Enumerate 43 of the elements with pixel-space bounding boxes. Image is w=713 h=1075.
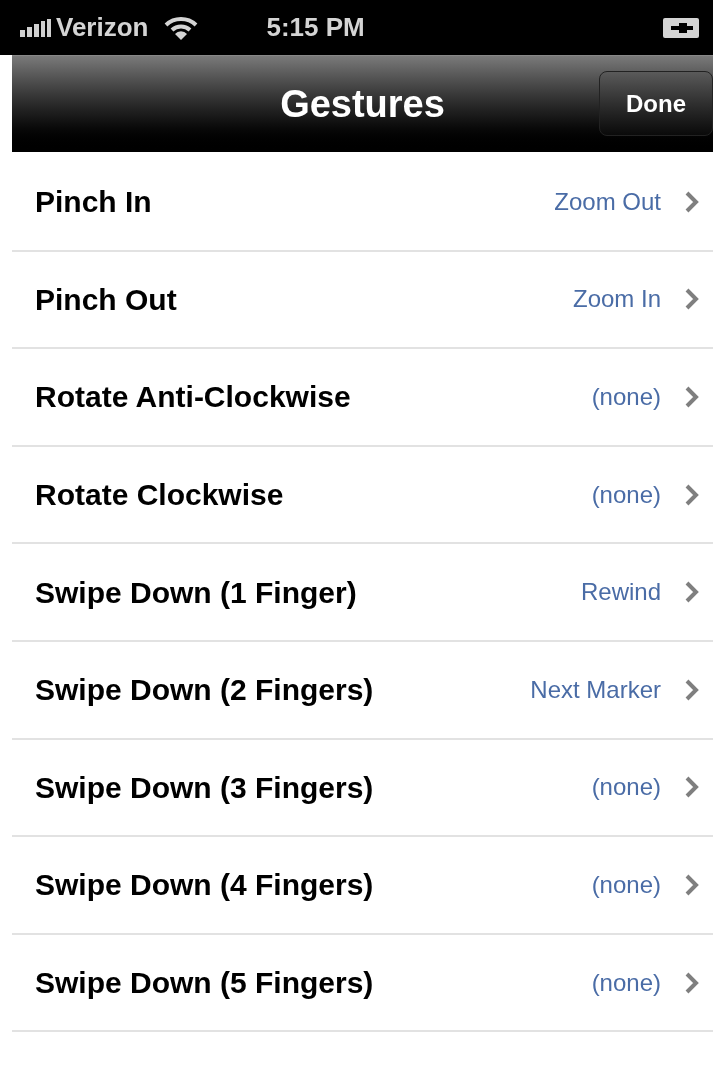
gesture-label: Swipe Down (1 Finger) [35,574,357,611]
chevron-icon [685,776,699,799]
action-value: (none) [591,479,661,510]
chevron-icon [685,483,699,506]
chevron-icon [685,581,699,604]
gesture-label: Pinch In [35,184,152,221]
settings-row[interactable]: Swipe Down (2 Fingers) Next Marker [12,641,713,740]
carrier-name: Verizon [56,11,149,44]
action-value: (none) [591,382,661,412]
gesture-label: Swipe Down (5 Fingers) [35,965,374,1002]
settings-row[interactable]: Pinch Out Zoom In [12,251,713,350]
chevron-icon [685,678,699,701]
action-value: Rewind [580,577,661,608]
settings-row[interactable]: Swipe Down (5 Fingers) (none) [12,934,713,1033]
gesture-label: Rotate Anti-Clockwise [35,379,351,416]
action-value: Zoom In [572,284,661,315]
nav-title: Gestures [280,81,445,127]
settings-row[interactable]: Rotate Anti-Clockwise (none) [12,349,713,447]
battery-icon [663,17,699,38]
action-value: Zoom Out [554,186,661,217]
settings-row[interactable]: Rotate Clockwise (none) [12,446,713,545]
chevron-icon [685,190,699,213]
wifi-icon [164,15,199,40]
action-value: (none) [591,967,661,998]
chevron-icon [685,873,699,896]
chevron-icon [685,386,699,408]
gesture-label: Swipe Down (3 Fingers) [35,769,374,806]
chevron-icon [685,971,699,994]
settings-row[interactable]: Swipe Down (4 Fingers) (none) [12,837,713,935]
action-value: (none) [591,772,661,803]
done-button[interactable]: Done [599,71,713,136]
signal-icon [20,18,52,37]
settings-row[interactable]: Swipe Down (1 Finger) Rewind [12,544,713,642]
chevron-icon [685,288,699,311]
settings-row[interactable]: Pinch In Zoom Out [12,154,713,252]
clock-time: 5:15 PM [266,11,365,44]
gesture-label: Swipe Down (4 Fingers) [35,867,374,904]
gesture-label: Pinch Out [35,281,177,318]
gesture-label: Swipe Down (2 Fingers) [35,672,374,709]
gesture-label: Rotate Clockwise [35,477,284,514]
settings-row[interactable]: Swipe Down (3 Fingers) (none) [12,739,713,838]
action-value: Next Marker [530,674,661,705]
action-value: (none) [591,869,661,900]
